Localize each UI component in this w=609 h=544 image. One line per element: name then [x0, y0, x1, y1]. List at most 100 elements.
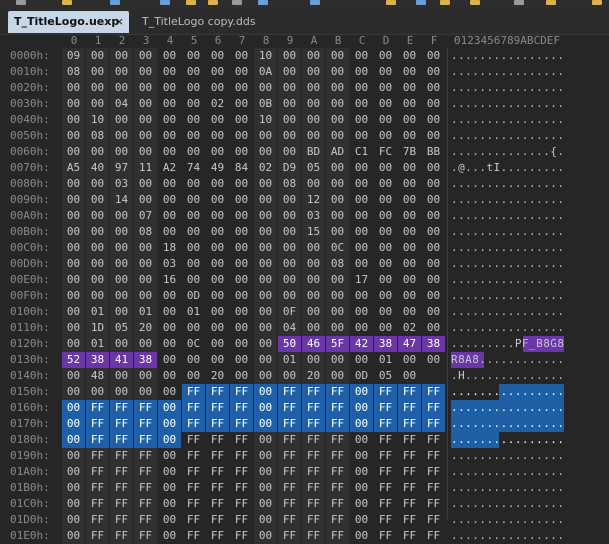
- hex-byte[interactable]: 10: [86, 112, 109, 128]
- hex-byte[interactable]: 00: [326, 160, 349, 176]
- hex-byte[interactable]: 00: [326, 80, 349, 96]
- hex-byte[interactable]: 00: [110, 288, 133, 304]
- hex-byte[interactable]: 00: [326, 352, 349, 368]
- hex-byte[interactable]: A5: [62, 160, 85, 176]
- hex-byte[interactable]: FF: [278, 464, 301, 480]
- hex-byte[interactable]: 00: [206, 272, 229, 288]
- hex-byte[interactable]: FF: [182, 464, 205, 480]
- hex-byte[interactable]: 08: [134, 224, 157, 240]
- hex-byte[interactable]: 00: [182, 256, 205, 272]
- hex-byte[interactable]: FF: [182, 496, 205, 512]
- hex-byte[interactable]: 00: [254, 464, 277, 480]
- hex-byte[interactable]: 00: [350, 352, 373, 368]
- hex-byte[interactable]: 01: [278, 352, 301, 368]
- hex-byte[interactable]: FF: [206, 496, 229, 512]
- hex-byte[interactable]: FF: [398, 448, 421, 464]
- hex-byte[interactable]: FF: [278, 384, 301, 400]
- hex-byte[interactable]: FF: [398, 416, 421, 432]
- hex-byte[interactable]: FF: [278, 512, 301, 528]
- ascii-row[interactable]: ................: [451, 208, 564, 224]
- hex-byte[interactable]: 00: [422, 64, 445, 80]
- hex-byte[interactable]: 50: [278, 336, 301, 352]
- hex-byte[interactable]: 00: [374, 176, 397, 192]
- hex-byte[interactable]: 04: [110, 96, 133, 112]
- ascii-row[interactable]: ................: [451, 64, 564, 80]
- hex-byte[interactable]: FF: [206, 464, 229, 480]
- hex-byte[interactable]: FF: [110, 416, 133, 432]
- hex-byte[interactable]: FF: [398, 496, 421, 512]
- hex-byte[interactable]: 0A: [254, 64, 277, 80]
- find-icon[interactable]: [386, 0, 396, 5]
- hex-byte[interactable]: 00: [158, 320, 181, 336]
- hex-byte[interactable]: 00: [86, 96, 109, 112]
- hex-byte[interactable]: 00: [206, 352, 229, 368]
- hex-byte[interactable]: 00: [206, 64, 229, 80]
- hex-byte[interactable]: FF: [182, 480, 205, 496]
- hex-byte[interactable]: 00: [278, 80, 301, 96]
- ascii-row[interactable]: ................: [451, 304, 564, 320]
- hex-byte[interactable]: 00: [398, 224, 421, 240]
- hex-byte[interactable]: FF: [302, 528, 325, 544]
- hex-byte[interactable]: FF: [278, 432, 301, 448]
- hex-byte[interactable]: 00: [254, 496, 277, 512]
- hex-byte[interactable]: FF: [134, 528, 157, 544]
- hex-byte[interactable]: 20: [302, 368, 325, 384]
- hex-byte[interactable]: FF: [206, 512, 229, 528]
- hex-byte[interactable]: FF: [230, 480, 253, 496]
- hex-byte[interactable]: FF: [278, 416, 301, 432]
- hex-byte[interactable]: 00: [134, 192, 157, 208]
- hex-byte[interactable]: FF: [206, 480, 229, 496]
- hex-byte[interactable]: FF: [230, 528, 253, 544]
- hex-byte[interactable]: 00: [374, 80, 397, 96]
- hex-byte[interactable]: 00: [86, 224, 109, 240]
- hex-byte[interactable]: 00: [398, 96, 421, 112]
- hex-byte[interactable]: 08: [326, 256, 349, 272]
- hex-byte[interactable]: 00: [230, 144, 253, 160]
- hex-byte[interactable]: 00: [422, 80, 445, 96]
- hex-byte[interactable]: 00: [182, 240, 205, 256]
- hex-byte[interactable]: FF: [134, 480, 157, 496]
- hex-byte[interactable]: 00: [62, 96, 85, 112]
- hex-byte[interactable]: 00: [110, 144, 133, 160]
- copy-icon[interactable]: [208, 0, 218, 5]
- hex-byte[interactable]: 00: [206, 80, 229, 96]
- hex-byte[interactable]: 00: [62, 464, 85, 480]
- hex-byte[interactable]: 00: [182, 368, 205, 384]
- hex-byte[interactable]: FF: [326, 464, 349, 480]
- hex-byte[interactable]: 00: [158, 48, 181, 64]
- hex-byte[interactable]: 00: [110, 80, 133, 96]
- hex-byte[interactable]: FF: [374, 416, 397, 432]
- hex-byte[interactable]: FF: [374, 512, 397, 528]
- hex-byte[interactable]: 00: [62, 224, 85, 240]
- hex-byte[interactable]: 97: [110, 160, 133, 176]
- hex-byte[interactable]: 17: [350, 272, 373, 288]
- hex-byte[interactable]: 00: [254, 224, 277, 240]
- hex-byte[interactable]: 1D: [86, 320, 109, 336]
- hex-byte[interactable]: 00: [62, 432, 85, 448]
- hex-byte[interactable]: FF: [326, 512, 349, 528]
- hex-byte[interactable]: 0D: [182, 288, 205, 304]
- hex-byte[interactable]: 00: [182, 112, 205, 128]
- hex-byte[interactable]: 00: [110, 256, 133, 272]
- hex-byte[interactable]: 02: [254, 160, 277, 176]
- hex-byte[interactable]: 00: [86, 48, 109, 64]
- hex-byte[interactable]: 00: [422, 320, 445, 336]
- hex-byte[interactable]: 00: [230, 288, 253, 304]
- hex-byte[interactable]: 03: [302, 208, 325, 224]
- hex-byte[interactable]: 00: [110, 384, 133, 400]
- hex-byte[interactable]: 00: [398, 192, 421, 208]
- hex-byte[interactable]: 00: [254, 80, 277, 96]
- hex-byte[interactable]: 00: [134, 48, 157, 64]
- hex-byte[interactable]: 00: [134, 80, 157, 96]
- hex-byte[interactable]: FF: [182, 528, 205, 544]
- hex-byte[interactable]: 00: [206, 208, 229, 224]
- hex-byte[interactable]: 00: [278, 192, 301, 208]
- hex-byte[interactable]: FF: [110, 528, 133, 544]
- hex-byte[interactable]: 00: [398, 256, 421, 272]
- hex-byte[interactable]: FF: [326, 416, 349, 432]
- hex-byte[interactable]: 00: [158, 224, 181, 240]
- hex-byte[interactable]: FC: [374, 144, 397, 160]
- hex-byte[interactable]: 08: [278, 176, 301, 192]
- hex-byte[interactable]: 00: [350, 208, 373, 224]
- hex-byte[interactable]: FF: [326, 528, 349, 544]
